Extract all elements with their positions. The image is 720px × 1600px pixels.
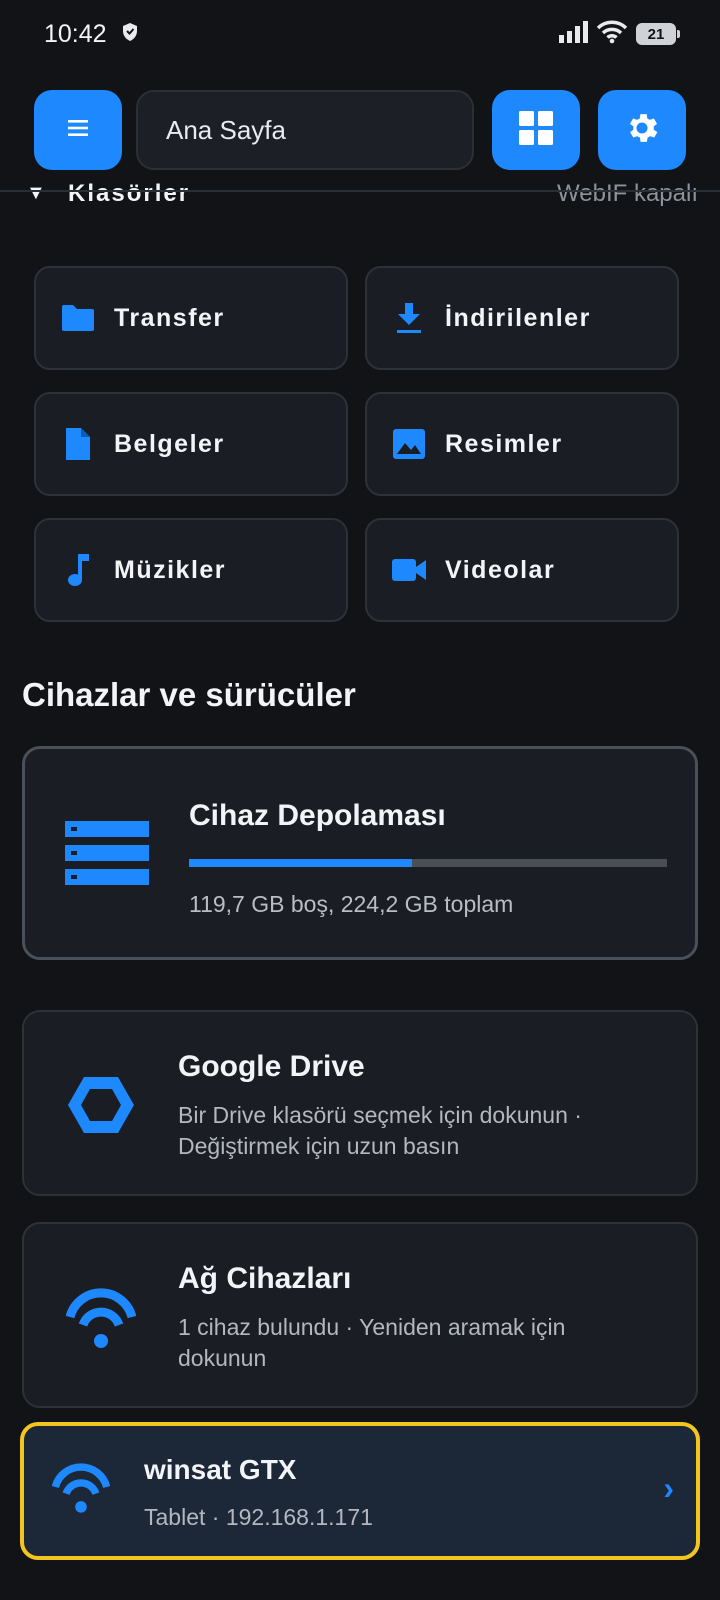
storage-icon	[65, 819, 149, 892]
menu-button[interactable]	[34, 90, 122, 170]
shield-icon	[121, 20, 139, 49]
folders-title: Klasörler	[68, 180, 191, 207]
signal-icon	[558, 20, 588, 48]
toolbar-divider	[0, 190, 720, 192]
video-camera-icon	[389, 550, 429, 590]
folder-label: Belgeler	[114, 429, 225, 458]
folder-label: Resimler	[445, 429, 563, 458]
storage-usage-bar	[189, 859, 667, 867]
battery-icon: 21	[636, 23, 680, 45]
google-drive-card[interactable]: Google Drive Bir Drive klasörü seçmek iç…	[22, 1010, 698, 1196]
chevron-right-icon: ›	[663, 1470, 674, 1506]
folder-transfer[interactable]: Transfer	[34, 266, 348, 370]
download-icon	[389, 298, 429, 338]
folder-documents[interactable]: Belgeler	[34, 392, 348, 496]
network-device-row[interactable]: winsat GTX Tablet · 192.168.1.171 ›	[20, 1422, 700, 1560]
folder-icon	[58, 298, 98, 338]
gear-icon	[623, 109, 661, 152]
network-detail: 1 cihaz bulundu · Yeniden aramak için do…	[178, 1314, 566, 1371]
folder-label: Transfer	[114, 303, 225, 332]
grid-icon	[519, 110, 553, 150]
drive-detail: Bir Drive klasörü seçmek için dokunun · …	[178, 1102, 582, 1159]
folder-images[interactable]: Resimler	[365, 392, 679, 496]
view-toggle-button[interactable]	[492, 90, 580, 170]
storage-usage-fill	[189, 859, 412, 867]
status-bar: 10:42 21	[0, 0, 720, 68]
drive-hexagon-icon	[64, 1068, 138, 1142]
toolbar: Ana Sayfa	[0, 90, 720, 170]
folder-label: Videolar	[445, 555, 556, 584]
document-icon	[58, 424, 98, 464]
device-detail: Tablet · 192.168.1.171	[144, 1504, 373, 1530]
network-wifi-icon	[64, 1280, 138, 1354]
status-time: 10:42	[44, 19, 107, 48]
folder-label: İndirilenler	[445, 303, 591, 332]
device-name: winsat GTX	[144, 1454, 297, 1485]
image-icon	[389, 424, 429, 464]
drive-name: Google Drive	[178, 1050, 365, 1083]
folder-music[interactable]: Müzikler	[34, 518, 348, 622]
folder-downloads[interactable]: İndirilenler	[365, 266, 679, 370]
settings-button[interactable]	[598, 90, 686, 170]
device-storage-card[interactable]: Cihaz Depolaması 119,7 GB boş, 224,2 GB …	[22, 746, 698, 960]
location-text: Ana Sayfa	[166, 114, 286, 145]
section-title: Cihazlar ve sürücüler	[22, 676, 356, 713]
folder-videos[interactable]: Videolar	[365, 518, 679, 622]
wifi-icon	[596, 20, 628, 49]
location-field[interactable]: Ana Sayfa	[136, 90, 474, 170]
battery-level: 21	[647, 25, 665, 43]
network-name: Ağ Cihazları	[178, 1262, 352, 1295]
collapse-arrow-icon: ▼	[26, 182, 46, 204]
music-note-icon	[58, 550, 98, 590]
folders-header[interactable]: ▼ Klasörler WebIF kapalı	[0, 180, 720, 214]
network-devices-card[interactable]: Ağ Cihazları 1 cihaz bulundu · Yeniden a…	[22, 1222, 698, 1408]
hamburger-icon	[68, 119, 88, 142]
webif-status[interactable]: WebIF kapalı	[557, 180, 698, 208]
storage-name: Cihaz Depolaması	[189, 799, 446, 832]
storage-detail: 119,7 GB boş, 224,2 GB toplam	[189, 891, 514, 917]
folder-label: Müzikler	[114, 555, 227, 584]
device-wifi-icon	[51, 1460, 111, 1519]
